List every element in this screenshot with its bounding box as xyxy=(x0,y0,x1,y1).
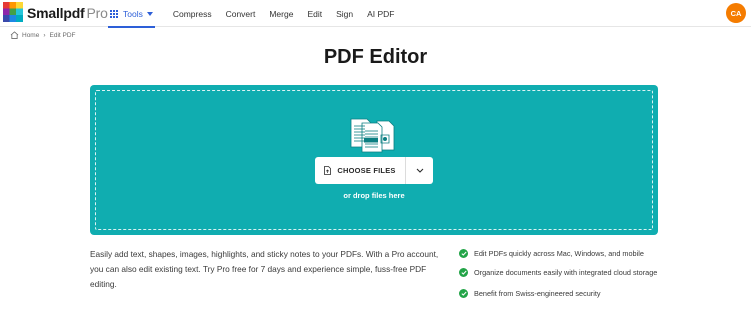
feature-item: Benefit from Swiss-engineered security xyxy=(459,287,659,300)
nav-tools-menu[interactable]: Tools xyxy=(108,0,155,28)
tool-description: Easily add text, shapes, images, highlig… xyxy=(90,249,439,289)
feature-text: Edit PDFs quickly across Mac, Windows, a… xyxy=(474,249,644,258)
nav-ai-pdf[interactable]: AI PDF xyxy=(367,9,394,19)
check-circle-icon xyxy=(459,249,468,258)
smallpdf-logo-icon[interactable] xyxy=(3,2,23,22)
user-avatar[interactable]: CA xyxy=(726,3,746,23)
main-nav: Tools Compress Convert Merge Edit Sign A… xyxy=(108,0,409,28)
chevron-down-icon xyxy=(416,168,423,173)
logo-wordmark[interactable]: Smallpdf Pro xyxy=(27,5,108,21)
nav-tools-label: Tools xyxy=(123,8,143,19)
file-dropzone[interactable]: CHOOSE FILES or drop files here xyxy=(90,85,658,235)
drop-files-hint: or drop files here xyxy=(343,191,405,200)
logo-pro-suffix: Pro xyxy=(86,5,108,21)
home-icon xyxy=(10,31,19,39)
caret-down-icon xyxy=(146,11,153,16)
feature-text: Organize documents easily with integrate… xyxy=(474,268,658,277)
breadcrumb-home-link[interactable]: Home xyxy=(22,32,39,39)
choose-files-button[interactable]: CHOOSE FILES xyxy=(315,157,406,184)
upload-options-dropdown[interactable] xyxy=(406,157,433,184)
nav-edit[interactable]: Edit xyxy=(307,9,322,19)
choose-files-group: CHOOSE FILES xyxy=(315,157,433,184)
page-title: PDF Editor xyxy=(323,46,428,68)
file-upload-icon xyxy=(324,166,332,175)
grid-icon xyxy=(110,9,118,18)
nav-convert[interactable]: Convert xyxy=(226,9,256,19)
nav-compress[interactable]: Compress xyxy=(173,9,212,19)
nav-merge[interactable]: Merge xyxy=(269,9,293,19)
breadcrumb-current: Edit PDF xyxy=(49,31,76,39)
feature-text: Benefit from Swiss-engineered security xyxy=(474,289,601,298)
top-navigation-bar: Smallpdf Pro Tools Compress Convert Merge… xyxy=(0,0,751,28)
feature-list: Edit PDFs quickly across Mac, Windows, a… xyxy=(459,247,659,306)
breadcrumb-separator: › xyxy=(43,31,46,39)
choose-files-label: CHOOSE FILES xyxy=(337,166,396,175)
breadcrumb: Home › Edit PDF xyxy=(10,31,76,39)
nav-sign[interactable]: Sign xyxy=(336,9,353,19)
logo-name: Smallpdf xyxy=(27,5,85,21)
check-circle-icon xyxy=(459,268,468,277)
feature-item: Edit PDFs quickly across Mac, Windows, a… xyxy=(459,247,659,260)
check-circle-icon xyxy=(459,289,468,298)
feature-item: Organize documents easily with integrate… xyxy=(459,266,659,279)
files-illustration-icon xyxy=(350,118,395,153)
